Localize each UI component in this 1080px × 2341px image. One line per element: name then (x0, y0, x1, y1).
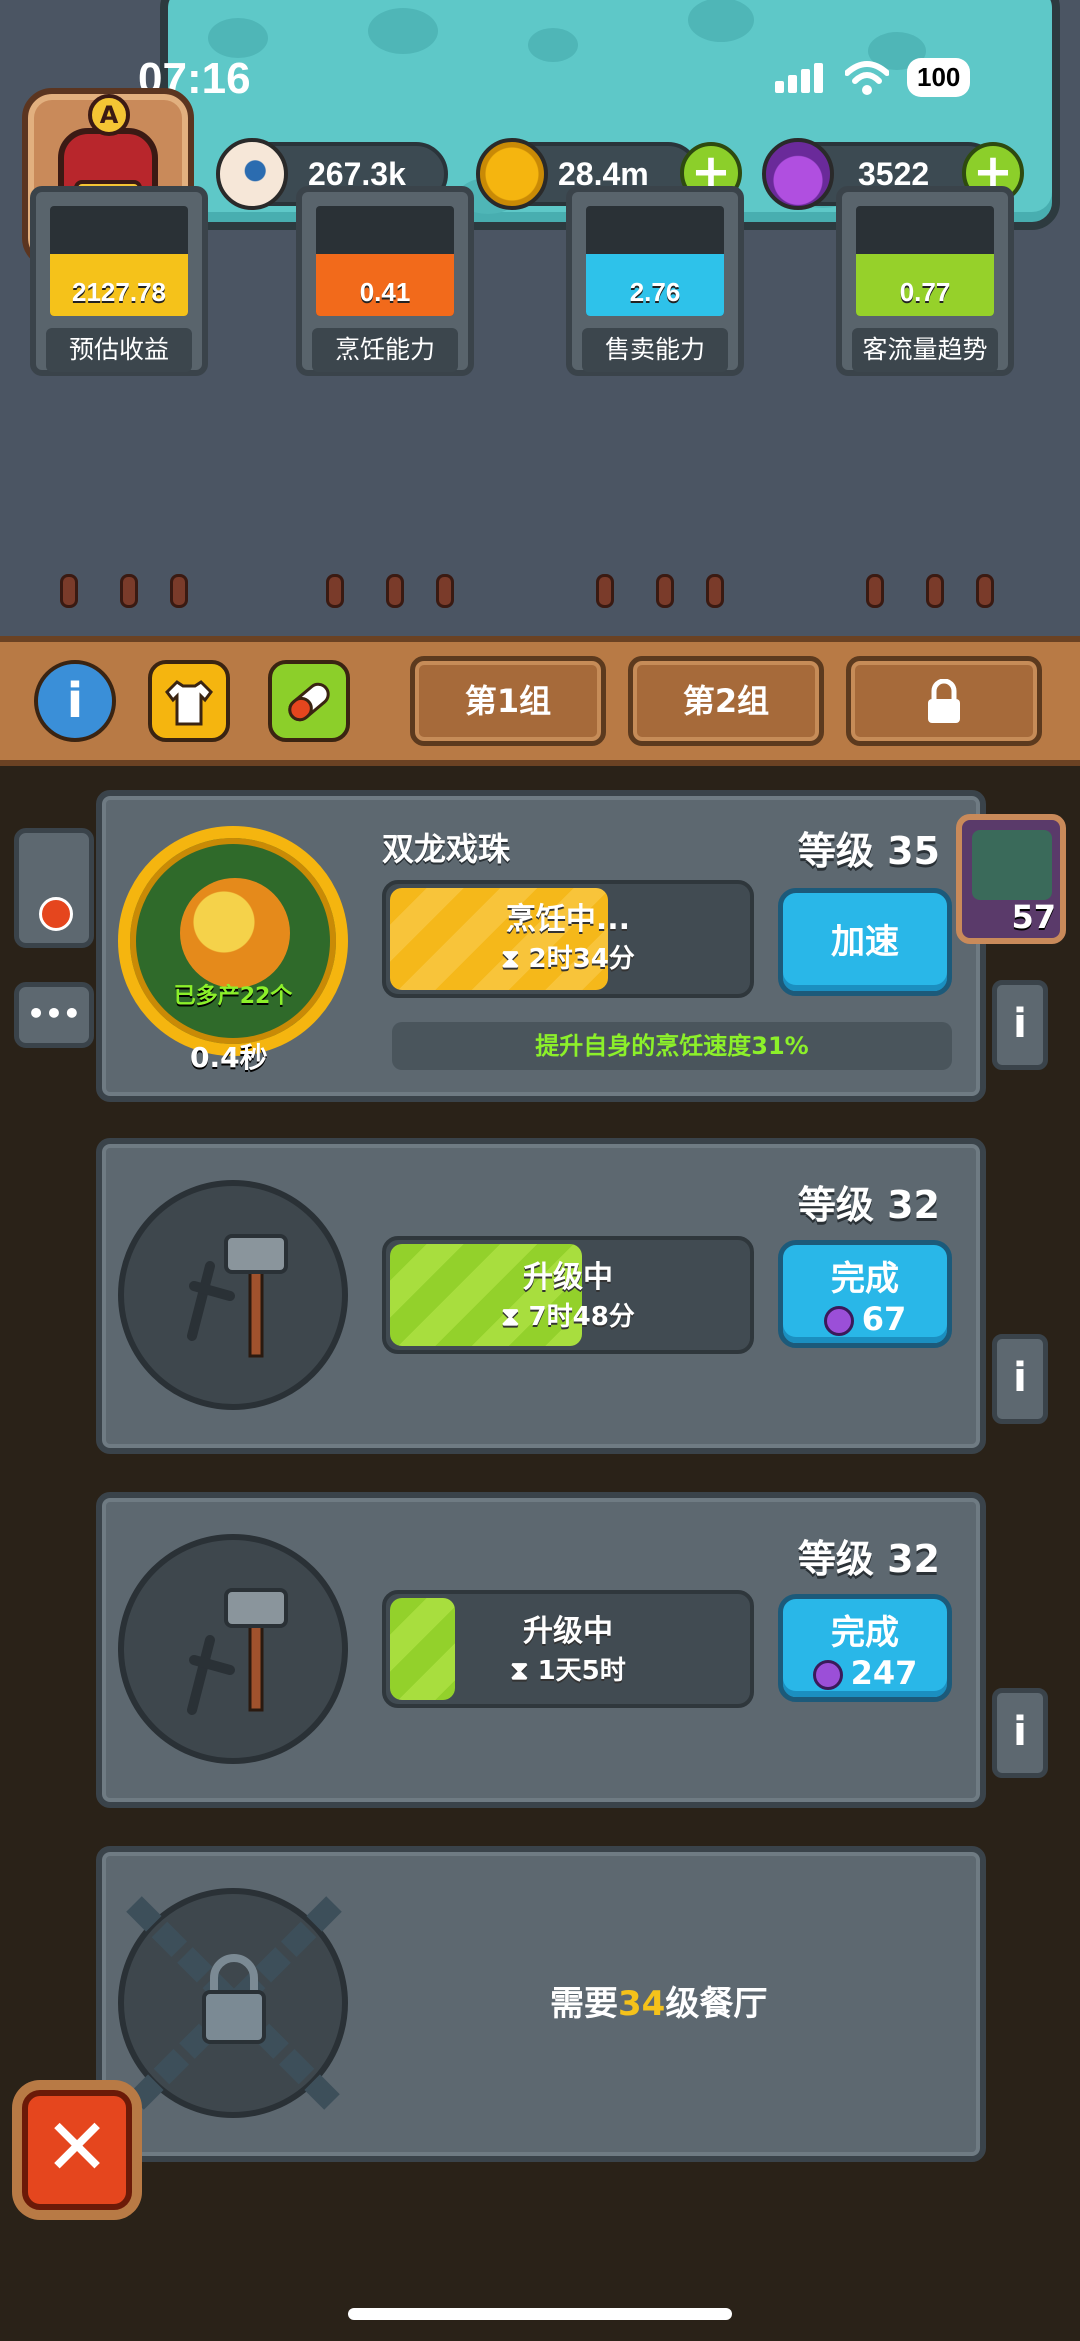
finish-upgrade-button[interactable]: 完成 247 (778, 1594, 952, 1702)
battery-indicator: 100 (907, 58, 971, 97)
requirement-prefix: 需要 (550, 1984, 618, 2024)
gauge-cooking-ability: 0.41 烹饪能力 (296, 186, 474, 376)
recipe-name: 双龙戏珠 (382, 830, 511, 868)
hammer-nail-icon (187, 1588, 288, 1715)
gauge-label: 客流量趋势 (852, 328, 998, 372)
hourglass-icon: ⧗ (501, 944, 520, 974)
finish-label: 完成 (831, 1259, 899, 1299)
recipe-card-1: 已多产22个 0.4秒 双龙戏珠 等级 35 烹饪中... ⧗ 2时34分 加速… (96, 790, 986, 1102)
status-icons: 100 (775, 58, 971, 97)
gauge-selling-ability: 2.76 售卖能力 (566, 186, 744, 376)
hourglass-icon: ⧗ (501, 1302, 520, 1332)
chained-lock-icon (126, 1896, 342, 2112)
finish-cost: 67 (783, 1300, 947, 1338)
timer-value: 2时34分 (528, 944, 635, 974)
gauge-value: 0.77 (899, 277, 951, 307)
close-button[interactable]: ✕ (22, 2090, 132, 2210)
pill-icon (288, 682, 330, 722)
hourglass-icon: ⧗ (510, 1656, 529, 1686)
cooking-progress: 烹饪中... ⧗ 2时34分 (382, 880, 754, 998)
cook-speed: 0.4秒 (190, 1041, 268, 1074)
hammer-nail-icon (187, 1234, 288, 1358)
potion-icon (823, 1306, 854, 1336)
locked-card: 需要34级餐厅 (96, 1846, 986, 2162)
unlock-requirement: 需要34级餐厅 (550, 1976, 767, 2025)
upgrade-progress: 升级中 ⧗ 1天5时 (382, 1590, 754, 1708)
progress-status: 烹饪中... (505, 902, 631, 937)
chef-portrait-icon (972, 830, 1052, 900)
shirt-button[interactable] (148, 660, 230, 742)
gauge-value: 0.41 (359, 277, 411, 307)
info-button[interactable]: i (34, 660, 116, 742)
side-badge-count: 57 (1011, 898, 1056, 936)
recipe-level: 等级 35 (797, 829, 940, 873)
card1-more-button[interactable]: ••• (14, 982, 94, 1048)
gauge-label: 售卖能力 (582, 328, 728, 372)
gauge-value: 2127.78 (72, 277, 166, 307)
timer-value: 1天5时 (537, 1656, 626, 1686)
wifi-icon (845, 60, 889, 95)
gauge-traffic-trend: 0.77 客流量趋势 (836, 186, 1014, 376)
lock-icon (928, 678, 960, 723)
upgrade-progress: 升级中 ⧗ 7时48分 (382, 1236, 754, 1354)
finish-upgrade-button[interactable]: 完成 67 (778, 1240, 952, 1348)
finish-label: 完成 (831, 1613, 899, 1653)
card1-info-button[interactable]: i (992, 980, 1048, 1070)
potion-icon (762, 138, 834, 210)
shirt-icon (165, 680, 213, 726)
dish-egg-icon (180, 878, 290, 988)
timer-value: 7时48分 (528, 1302, 635, 1332)
progress-status: 升级中 (523, 1260, 613, 1295)
gauge-label: 烹饪能力 (312, 328, 458, 372)
pill-button[interactable] (268, 660, 350, 742)
tab-group-1[interactable]: 第1组 (410, 656, 606, 746)
progress-timer: ⧗ 7时48分 (386, 1296, 750, 1333)
home-indicator[interactable] (348, 2308, 732, 2320)
card2-info-button[interactable]: i (992, 1334, 1048, 1424)
bonus-bar: 提升自身的烹饪速度31% (392, 1022, 952, 1070)
locked-slot-icon (118, 1888, 348, 2118)
coin-icon (476, 138, 548, 210)
speed-up-button[interactable]: 加速 (778, 888, 952, 996)
gauge-value: 2.76 (629, 277, 681, 307)
tab-locked[interactable] (846, 656, 1042, 746)
progress-timer: ⧗ 1天5时 (386, 1650, 750, 1687)
recipe-level: 等级 32 (797, 1537, 940, 1581)
progress-status: 升级中 (523, 1614, 613, 1649)
progress-timer: ⧗ 2时34分 (386, 938, 750, 975)
extra-produced: 已多产22个 (173, 984, 293, 1009)
eyeball-icon (216, 138, 288, 210)
gauge-label: 预估收益 (46, 328, 192, 372)
requirement-suffix: 级餐厅 (665, 1984, 768, 2024)
recipe-card-3: 等级 32 升级中 ⧗ 1天5时 完成 247 (96, 1492, 986, 1808)
card3-info-button[interactable]: i (992, 1688, 1048, 1778)
potion-icon (812, 1660, 843, 1690)
finish-cost: 247 (783, 1654, 947, 1692)
gauge-estimated-income: 2127.78 预估收益 (30, 186, 208, 376)
bonus-text: 提升自身的烹饪速度31% (535, 1032, 809, 1060)
upgrade-slot-icon (118, 1534, 348, 1764)
cost-value: 67 (861, 1300, 907, 1338)
tab-group-2[interactable]: 第2组 (628, 656, 824, 746)
disabled-icon (39, 897, 73, 931)
dragon-dish-icon[interactable]: 已多产22个 (118, 826, 348, 1056)
requirement-level: 34 (618, 1984, 666, 2024)
recipe-card-2: 等级 32 升级中 ⧗ 7时48分 完成 67 (96, 1138, 986, 1454)
signal-icon (775, 62, 827, 93)
upgrade-slot-icon (118, 1180, 348, 1410)
cost-value: 247 (850, 1654, 918, 1692)
avatar-rank-badge: A (88, 94, 130, 136)
card1-side-toggle[interactable] (14, 828, 94, 948)
recipe-level: 等级 32 (797, 1183, 940, 1227)
card1-side-badge[interactable]: 57 (956, 814, 1066, 944)
